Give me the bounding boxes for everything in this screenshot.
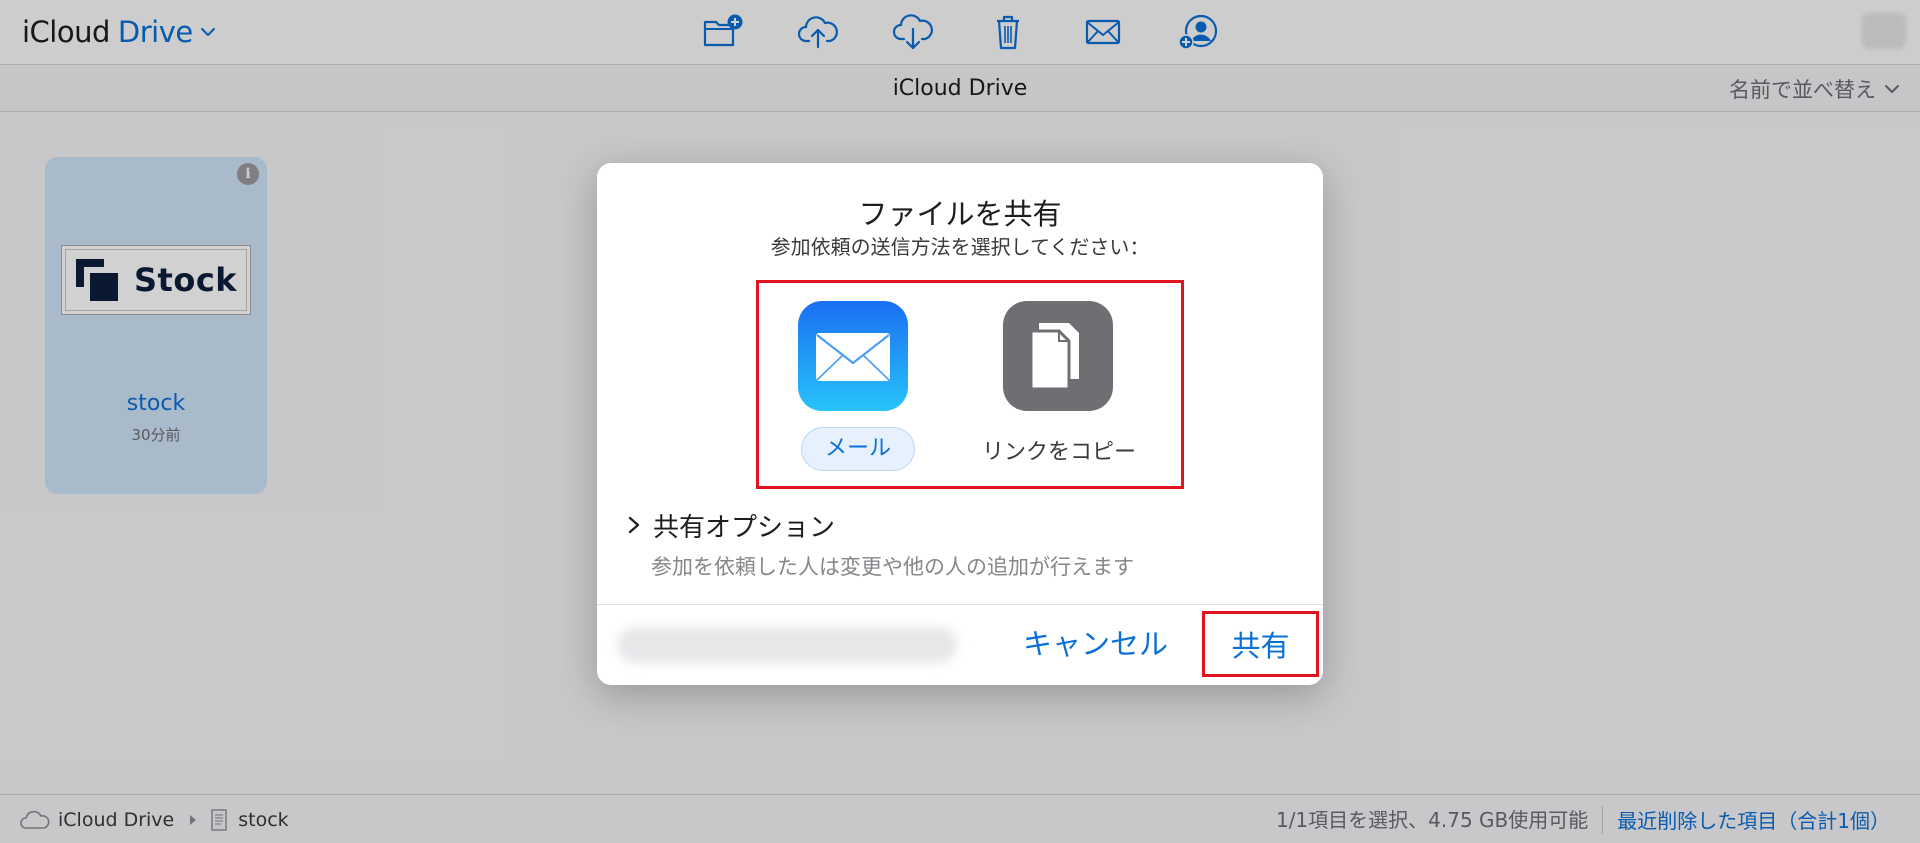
dialog-subtitle: 参加依頼の送信方法を選択してください： (770, 235, 1150, 259)
share-file-dialog: ファイルを共有 参加依頼の送信方法を選択してください： メール リンクをコピー … (597, 163, 1323, 685)
mail-method-label: メール (801, 427, 915, 471)
dialog-footer: キャンセル 共有 (597, 604, 1323, 685)
recipient-field-blurred (617, 627, 957, 663)
cancel-button[interactable]: キャンセル (1023, 619, 1168, 669)
copy-link-method-label: リンクをコピー (981, 440, 1136, 465)
share-button-highlight: 共有 (1202, 611, 1319, 677)
share-options-toggle[interactable]: 共有オプション (627, 508, 836, 543)
share-methods-highlight: メール リンクをコピー (756, 280, 1184, 489)
share-method-mail[interactable]: メール (759, 301, 949, 481)
share-method-copy-link[interactable]: リンクをコピー (964, 301, 1154, 481)
copy-link-icon (1003, 301, 1113, 411)
share-options-description: 参加を依頼した人は変更や他の人の追加が行えます (651, 555, 1134, 579)
dialog-title: ファイルを共有 (858, 197, 1062, 231)
mail-app-icon (798, 301, 908, 411)
chevron-right-icon (628, 516, 640, 534)
share-options-label: 共有オプション (653, 512, 836, 543)
share-button[interactable]: 共有 (1205, 614, 1316, 674)
